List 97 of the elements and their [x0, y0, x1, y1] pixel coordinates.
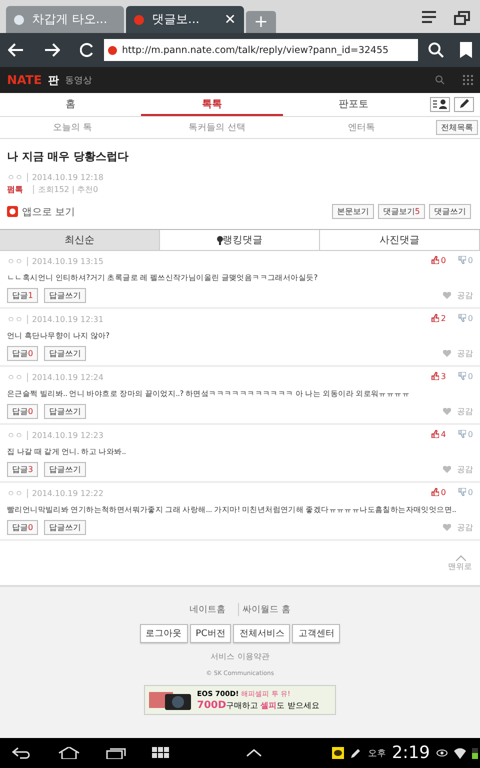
post-button[interactable]: 본문보기 — [332, 204, 374, 219]
downvote-count: 0 — [468, 430, 473, 441]
ad-tagline: 700D구매하고 셀피도 받으세요 — [197, 700, 320, 711]
windows-icon[interactable] — [454, 11, 470, 25]
nav-tab[interactable]: 홈 — [0, 93, 142, 116]
post-stats: 조회152 | 추천0 — [33, 185, 98, 194]
downvote-count: 0 — [468, 314, 473, 325]
clock: 2:19 — [392, 743, 430, 763]
post-button[interactable]: 댓글쓰기 — [429, 204, 471, 219]
write-reply-button[interactable]: 답글쓰기 — [44, 462, 86, 477]
comment-author: ㅇㅇ — [7, 431, 23, 440]
browser-tab[interactable]: 댓글보... ✕ — [126, 6, 244, 33]
reply-button[interactable]: 답글3 — [7, 462, 38, 477]
thumb-up-icon[interactable] — [430, 430, 439, 438]
comment-author: ㅇㅇ — [7, 373, 23, 382]
wifi-icon — [454, 747, 466, 759]
comment-author: ㅇㅇ — [7, 257, 23, 266]
app-icon — [7, 206, 18, 217]
footer-button[interactable]: 고객센터 — [292, 624, 340, 643]
app-link[interactable]: 앱으로 보기 — [7, 204, 76, 218]
url-field[interactable]: http://m.pann.nate.com/talk/reply/view?pann_id=32455 — [104, 39, 418, 61]
comment-date: 2014.10.19 12:24 — [27, 373, 104, 382]
comment-date: 2014.10.19 12:23 — [27, 431, 104, 440]
subnav-link[interactable]: 엔터톡 — [289, 121, 434, 134]
thumb-up-icon[interactable] — [430, 314, 439, 322]
profile-list-icon[interactable] — [430, 97, 450, 112]
grid-icon[interactable] — [152, 747, 170, 759]
write-reply-button[interactable]: 답글쓰기 — [44, 346, 86, 361]
menu-icon[interactable] — [422, 11, 438, 25]
downvote-count: 0 — [468, 488, 473, 499]
downvote-count: 0 — [468, 256, 473, 267]
site-icon — [108, 46, 117, 54]
write-reply-button[interactable]: 답글쓰기 — [44, 404, 86, 419]
upvote-count: 2 — [440, 314, 446, 325]
subnav-link[interactable]: 톡커들의 선택 — [144, 121, 290, 134]
footer-link[interactable]: 네이트홈 — [190, 603, 226, 616]
thumb-down-icon[interactable] — [458, 488, 466, 496]
site-name: 판 — [48, 72, 59, 88]
pin-icon — [216, 236, 222, 244]
post-title: 나 지금 매우 당황스럽다 — [7, 149, 130, 164]
site-icon — [134, 14, 144, 24]
upvote-count: 4 — [440, 430, 446, 441]
pencil-icon[interactable] — [454, 97, 474, 112]
post-date: 2014.10.19 12:18 — [27, 173, 104, 182]
upvote-count: 0 — [440, 256, 446, 267]
subnav-link[interactable]: 오늘의 톡 — [0, 121, 145, 134]
search-icon[interactable] — [428, 42, 444, 58]
back-icon[interactable] — [8, 43, 24, 57]
write-reply-button[interactable]: 답글쓰기 — [44, 520, 86, 535]
globe-icon — [14, 14, 24, 24]
comment-date: 2014.10.19 12:22 — [27, 489, 104, 498]
nav-tab[interactable]: 톡톡 — [141, 93, 283, 116]
sort-tab[interactable]: 최신순 — [0, 230, 160, 250]
bookmark-icon[interactable] — [460, 42, 472, 58]
write-reply-button[interactable]: 답글쓰기 — [44, 288, 86, 303]
post-author: ㅇㅇ — [7, 173, 23, 182]
thumb-up-icon[interactable] — [430, 256, 439, 264]
pencil-icon — [350, 747, 362, 759]
downvote-count: 0 — [468, 372, 473, 383]
tab-title: 차갑게 타오... — [32, 11, 108, 28]
tab-title: 댓글보... — [152, 11, 200, 28]
reply-button[interactable]: 답글1 — [7, 288, 38, 303]
footer-button[interactable]: 로그아웃 — [140, 624, 188, 643]
reply-button[interactable]: 답글0 — [7, 404, 38, 419]
nav-tab[interactable]: 판포토 — [282, 93, 424, 116]
back-icon[interactable] — [12, 747, 32, 759]
category-label[interactable]: 펌톡 — [7, 185, 23, 194]
upvote-count: 3 — [440, 372, 446, 383]
thumb-down-icon[interactable] — [458, 314, 466, 322]
all-list-button[interactable]: 전체목록 — [436, 120, 478, 135]
recent-apps-icon[interactable] — [106, 747, 126, 759]
forward-icon[interactable] — [44, 43, 60, 57]
home-icon[interactable] — [58, 747, 80, 759]
reply-button[interactable]: 답글0 — [7, 520, 38, 535]
footer-button[interactable]: PC버전 — [190, 624, 232, 643]
section-link[interactable]: 동영상 — [64, 74, 92, 86]
thumb-down-icon[interactable] — [458, 430, 466, 438]
comment-author: ㅇㅇ — [7, 489, 23, 498]
site-logo[interactable]: NATE — [7, 73, 42, 87]
reload-icon[interactable] — [80, 43, 94, 57]
comment-date: 2014.10.19 13:15 — [27, 257, 104, 266]
battery-icon — [472, 747, 478, 759]
thumb-up-icon[interactable] — [430, 372, 439, 380]
thumb-down-icon[interactable] — [458, 372, 466, 380]
thumb-up-icon[interactable] — [430, 488, 439, 496]
comment-date: 2014.10.19 12:31 — [27, 315, 104, 324]
reply-button[interactable]: 답글0 — [7, 346, 38, 361]
post-button[interactable]: 댓글보기5 — [378, 204, 425, 219]
am-pm-label: 오후 — [368, 748, 386, 760]
footer-link[interactable]: 싸이월드 홈 — [238, 603, 290, 616]
eye-icon — [436, 749, 448, 757]
comment-author: ㅇㅇ — [7, 315, 23, 324]
close-icon[interactable]: ✕ — [224, 12, 236, 28]
footer-button[interactable]: 전체서비스 — [233, 624, 290, 643]
thumb-down-icon[interactable] — [458, 256, 466, 264]
upvote-count: 0 — [440, 488, 446, 499]
chat-icon — [332, 747, 344, 759]
